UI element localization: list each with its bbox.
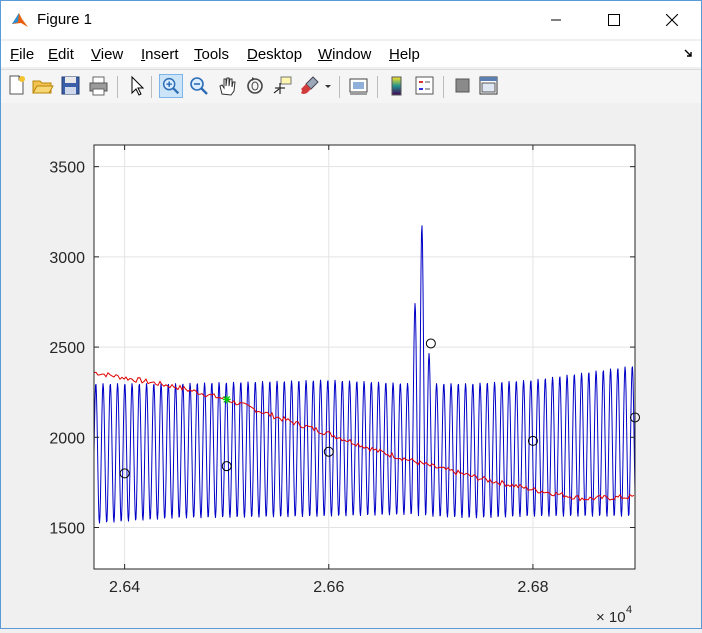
print-button[interactable] [87,74,111,98]
menu-label-rest: elp [399,46,420,63]
menu-label-rest: iew [100,46,124,63]
menu-edit[interactable]: Edit [48,46,74,63]
show-plot-tools-button[interactable] [477,74,501,98]
colorbar-icon [391,76,402,96]
maximize-icon [608,14,620,26]
y-tick-label: 3500 [49,160,85,177]
window-title: Figure 1 [37,11,93,28]
menu-accelerator: E [48,46,59,63]
y-tick-label: 2500 [49,340,85,357]
toolbar-separator [339,76,340,98]
data-cursor-button[interactable] [271,74,295,98]
menu-accelerator: V [91,46,101,63]
close-button[interactable] [643,1,701,39]
chevron-down-icon [325,85,331,88]
menu-help[interactable]: Help [389,46,420,63]
save-icon [61,76,80,95]
menu-label-rest: dit [58,46,74,63]
menu-window[interactable]: Window [318,46,371,63]
y-tick-label: 3000 [49,250,85,267]
toolbar-separator [151,76,152,98]
hide-plot-tools-button[interactable] [451,74,475,98]
menu-bar: File Edit View Insert Tools Desktop Window Help [1,41,701,67]
menu-label-rest: ools [201,46,230,63]
print-icon [89,76,108,96]
menu-label-rest: nsert [145,46,179,63]
brush-dropdown-button[interactable] [323,74,333,98]
toolbar-separator [117,76,118,98]
x-exponent-label: × 10 [596,609,626,626]
menu-accelerator: F [10,46,20,63]
colorbar-button[interactable] [385,74,409,98]
open-file-button[interactable] [31,74,55,98]
minimize-icon [551,19,561,21]
brush-button[interactable] [299,74,323,98]
pan-hand-button[interactable] [215,74,239,98]
y-tick-label: 1500 [49,521,85,538]
toolbar-separator [377,76,378,98]
x-tick-label: 2.66 [313,579,344,596]
rotate-3d-button[interactable] [243,74,267,98]
minimize-button[interactable] [527,1,585,39]
menu-label-rest: indow [332,46,372,63]
menu-file[interactable]: File [10,46,34,63]
menu-tools[interactable]: Tools [194,46,229,63]
x-tick-label: 2.68 [517,579,548,596]
data-cursor-icon [273,76,292,94]
star-marker[interactable] [222,395,231,404]
title-bar[interactable]: Figure 1 [1,1,701,39]
show-plot-tools-icon [479,76,498,95]
menu-accelerator: W [318,46,333,63]
menu-label-rest: esktop [257,46,303,63]
open-file-icon [32,80,54,94]
menu-accelerator: D [247,46,258,63]
menu-label-rest: ile [19,46,35,63]
matlab-icon [12,13,28,27]
legend-icon [415,76,434,95]
dock-arrow-icon[interactable] [683,47,695,59]
legend-button[interactable] [413,74,437,98]
plot-svg[interactable]: 2.642.662.682.72.722.742.762.78150020002… [1,103,701,628]
x-tick-label: 2.64 [109,579,140,596]
x-exponent-power: 4 [626,604,632,616]
toolbar-separator [443,76,444,98]
menu-accelerator: H [389,46,400,63]
link-plot-button[interactable] [347,74,371,98]
zoom-out-button[interactable] [187,74,211,98]
zoom-out-icon [190,77,208,95]
menu-desktop[interactable]: Desktop [247,46,302,63]
hide-plot-tools-icon [455,78,470,93]
menu-insert[interactable]: Insert [141,46,179,63]
new-figure-button[interactable] [5,74,29,98]
save-button[interactable] [59,74,83,98]
close-icon [666,14,678,26]
figure-window: Figure 1 File Edit View Insert Tools Desktop W… [0,0,702,629]
pan-hand-icon [219,77,236,96]
zoom-in-icon [162,77,180,95]
zoom-in-button[interactable] [159,74,183,98]
edit-plot-arrow-icon [131,75,145,96]
figure-canvas[interactable]: 2.642.662.682.72.722.742.762.78150020002… [1,103,701,628]
y-tick-label: 2000 [49,430,85,447]
link-plot-icon [349,78,368,95]
maximize-button[interactable] [585,1,643,39]
rotate-3d-icon [247,77,263,94]
edit-plot-arrow-button[interactable] [125,74,149,98]
figure-toolbar [1,69,701,104]
new-figure-icon [9,75,25,95]
axes-background[interactable] [94,145,635,569]
menu-accelerator: T [194,46,202,63]
menu-view[interactable]: View [91,46,123,63]
brush-icon [301,76,319,94]
